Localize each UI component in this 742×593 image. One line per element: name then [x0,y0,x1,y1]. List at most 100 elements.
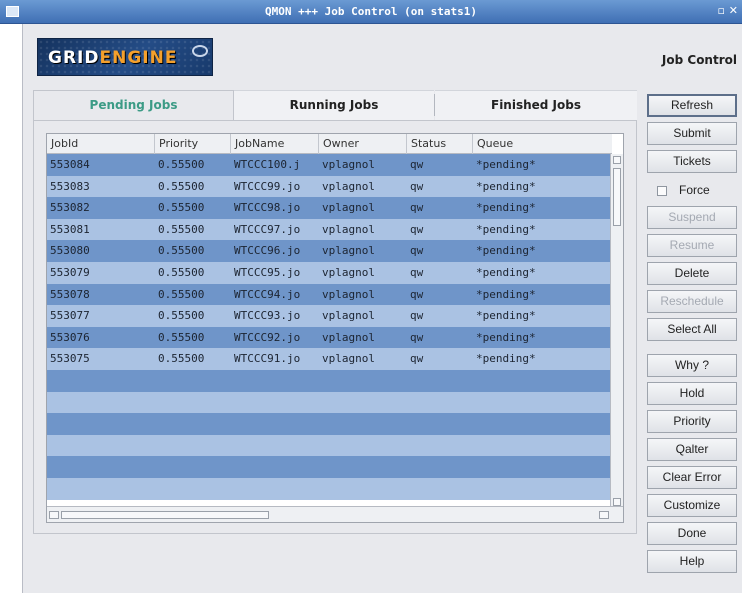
logo-text-grid: GRID [48,48,100,68]
cell-priority: 0.55500 [158,158,205,171]
cell-jobname: WTCCC92.jo [234,330,301,344]
grid-engine-logo: GRIDENGINE [37,38,213,76]
cell-queue: *pending* [476,265,536,279]
table-row[interactable]: 553077 0.55500 WTCCC93.jo vplagnol qw *pendin… [47,305,612,327]
refresh-button[interactable]: Refresh [647,94,737,117]
horizontal-scrollbar[interactable] [47,506,623,522]
priority-button[interactable]: Priority [647,410,737,433]
table-row[interactable]: 553083 0.55500 WTCCC99.jo vplagnol qw *pendin… [47,175,612,198]
page-title: Job Control [661,53,737,67]
column-header-status[interactable]: Status [407,134,473,154]
table-row[interactable]: 553082 0.55500 WTCCC98.jo vplagnol qw *pendin… [47,197,612,219]
cell-jobid: 553076 [50,330,90,344]
scroll-left-icon[interactable] [49,511,59,519]
cell-priority: 0.55500 [158,309,205,323]
select-all-button[interactable]: Select All [647,318,737,341]
vertical-scrollbar[interactable] [610,154,623,508]
cell-status: qw [410,265,424,279]
cell-jobid: 553079 [50,265,90,279]
table-row[interactable]: 553075 0.55500 WTCCC91.jo vplagnol qw *pendin… [47,348,612,370]
table-row[interactable]: 553081 0.55500 WTCCC97.jo vplagnol qw *pendin… [47,218,612,241]
cell-queue: *pending* [476,330,536,344]
cell-queue: *pending* [476,309,536,323]
cell-priority: 0.55500 [158,179,205,193]
cell-queue: *pending* [476,201,536,215]
cell-status: qw [410,201,424,215]
cell-queue: *pending* [476,158,536,171]
qalter-button[interactable]: Qalter [647,438,737,461]
cell-jobid: 553084 [50,158,90,171]
table-row[interactable]: 553084 0.55500 WTCCC100.j vplagnol qw *pendin… [47,154,612,176]
reschedule-button[interactable]: Reschedule [647,290,737,313]
cell-jobid: 553082 [50,201,90,215]
table-header: JobId Priority JobName Owner Status Queu… [47,134,612,154]
scroll-down-icon[interactable] [613,498,621,506]
window-titlebar[interactable]: QMON +++ Job Control (on stats1) ▫ ✕ [0,0,742,24]
cell-owner: vplagnol [322,179,375,193]
force-checkbox-box[interactable] [657,186,667,196]
table-row[interactable]: 553080 0.55500 WTCCC96.jo vplagnol qw *pendin… [47,240,612,262]
tickets-button[interactable]: Tickets [647,150,737,173]
cell-queue: *pending* [476,222,536,236]
column-header-queue[interactable]: Queue [473,134,612,154]
empty-table-row [47,391,612,414]
empty-table-row [47,369,612,392]
cell-status: qw [410,309,424,323]
cell-jobname: WTCCC91.jo [234,352,301,366]
tab-finished-jobs[interactable]: Finished Jobs [435,90,637,120]
cell-status: qw [410,330,424,344]
submit-button[interactable]: Submit [647,122,737,145]
action-buttons: Refresh Submit Tickets Force Suspend Res… [645,90,741,590]
table-body: 553084 0.55500 WTCCC100.j vplagnol qw *pendin… [47,154,612,500]
cell-status: qw [410,244,424,258]
resume-button[interactable]: Resume [647,234,737,257]
table-row[interactable]: 553076 0.55500 WTCCC92.jo vplagnol qw *pendin… [47,326,612,349]
cell-status: qw [410,158,424,171]
force-label: Force [679,183,710,197]
cell-jobid: 553081 [50,222,90,236]
column-header-priority[interactable]: Priority [155,134,231,154]
force-checkbox[interactable]: Force [647,178,737,204]
suspend-button[interactable]: Suspend [647,206,737,229]
cell-jobname: WTCCC100.j [234,158,301,171]
jobs-table[interactable]: JobId Priority JobName Owner Status Queu… [46,133,624,523]
table-row[interactable]: 553078 0.55500 WTCCC94.jo vplagnol qw *pendin… [47,283,612,306]
cell-jobid: 553075 [50,352,90,366]
cell-priority: 0.55500 [158,244,205,258]
column-header-jobname[interactable]: JobName [231,134,319,154]
cell-owner: vplagnol [322,201,375,215]
scroll-right-icon[interactable] [599,511,609,519]
vertical-scroll-thumb[interactable] [613,168,621,226]
cell-status: qw [410,179,424,193]
job-control-window: GRIDENGINE Job Control Pending Jobs Runn… [22,24,742,593]
cell-status: qw [410,222,424,236]
cell-jobname: WTCCC93.jo [234,309,301,323]
cell-jobname: WTCCC99.jo [234,179,301,193]
help-button[interactable]: Help [647,550,737,573]
column-header-jobid[interactable]: JobId [47,134,155,154]
customize-button[interactable]: Customize [647,494,737,517]
cell-owner: vplagnol [322,330,375,344]
cell-owner: vplagnol [322,265,375,279]
tab-running-jobs[interactable]: Running Jobs [234,90,434,120]
hold-button[interactable]: Hold [647,382,737,405]
cell-owner: vplagnol [322,158,375,171]
scroll-up-icon[interactable] [613,156,621,164]
window-close-icon[interactable]: ▫ ✕ [717,4,738,17]
tab-pending-jobs[interactable]: Pending Jobs [33,90,234,120]
cell-jobname: WTCCC94.jo [234,287,301,301]
cell-jobid: 553080 [50,244,90,258]
table-row[interactable]: 553079 0.55500 WTCCC95.jo vplagnol qw *pendin… [47,261,612,284]
horizontal-scroll-thumb[interactable] [61,511,269,519]
cell-priority: 0.55500 [158,287,205,301]
cell-queue: *pending* [476,287,536,301]
cell-owner: vplagnol [322,287,375,301]
delete-button[interactable]: Delete [647,262,737,285]
empty-table-row [47,413,612,435]
clear-error-button[interactable]: Clear Error [647,466,737,489]
empty-table-row [47,477,612,500]
header: GRIDENGINE Job Control [23,24,742,88]
done-button[interactable]: Done [647,522,737,545]
why-button[interactable]: Why ? [647,354,737,377]
column-header-owner[interactable]: Owner [319,134,407,154]
